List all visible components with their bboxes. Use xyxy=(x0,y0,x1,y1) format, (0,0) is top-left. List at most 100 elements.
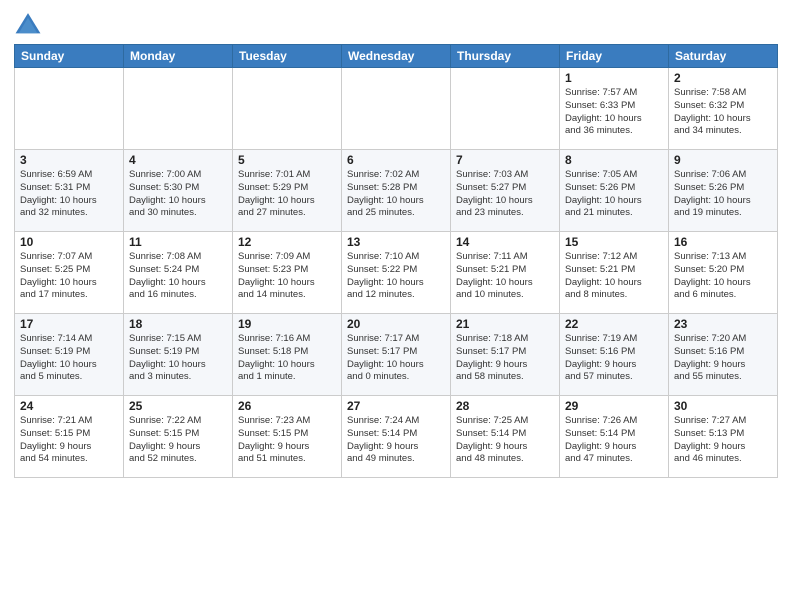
cell-info: Sunrise: 7:02 AM Sunset: 5:28 PM Dayligh… xyxy=(347,169,445,220)
day-number: 13 xyxy=(347,235,445,249)
day-number: 30 xyxy=(674,399,772,413)
calendar-header-row: SundayMondayTuesdayWednesdayThursdayFrid… xyxy=(15,45,778,68)
day-number: 12 xyxy=(238,235,336,249)
day-number: 25 xyxy=(129,399,227,413)
calendar-week-1: 1 Sunrise: 7:57 AM Sunset: 6:33 PM Daylig… xyxy=(15,68,778,150)
calendar-cell: 23 Sunrise: 7:20 AM Sunset: 5:16 PM Dayli… xyxy=(669,314,778,396)
cell-info: Sunrise: 7:58 AM Sunset: 6:32 PM Dayligh… xyxy=(674,87,772,138)
logo-icon xyxy=(14,10,42,38)
cell-info: Sunrise: 7:18 AM Sunset: 5:17 PM Dayligh… xyxy=(456,333,554,384)
cell-info: Sunrise: 7:00 AM Sunset: 5:30 PM Dayligh… xyxy=(129,169,227,220)
calendar: SundayMondayTuesdayWednesdayThursdayFrid… xyxy=(14,44,778,478)
calendar-header-tuesday: Tuesday xyxy=(233,45,342,68)
cell-info: Sunrise: 7:57 AM Sunset: 6:33 PM Dayligh… xyxy=(565,87,663,138)
calendar-cell xyxy=(233,68,342,150)
cell-info: Sunrise: 7:15 AM Sunset: 5:19 PM Dayligh… xyxy=(129,333,227,384)
day-number: 1 xyxy=(565,71,663,85)
calendar-cell: 11 Sunrise: 7:08 AM Sunset: 5:24 PM Dayli… xyxy=(124,232,233,314)
calendar-cell: 27 Sunrise: 7:24 AM Sunset: 5:14 PM Dayli… xyxy=(342,396,451,478)
day-number: 16 xyxy=(674,235,772,249)
day-number: 29 xyxy=(565,399,663,413)
header xyxy=(14,10,778,38)
cell-info: Sunrise: 7:11 AM Sunset: 5:21 PM Dayligh… xyxy=(456,251,554,302)
calendar-cell: 14 Sunrise: 7:11 AM Sunset: 5:21 PM Dayli… xyxy=(451,232,560,314)
cell-info: Sunrise: 7:03 AM Sunset: 5:27 PM Dayligh… xyxy=(456,169,554,220)
day-number: 8 xyxy=(565,153,663,167)
day-number: 19 xyxy=(238,317,336,331)
calendar-week-2: 3 Sunrise: 6:59 AM Sunset: 5:31 PM Daylig… xyxy=(15,150,778,232)
calendar-cell: 19 Sunrise: 7:16 AM Sunset: 5:18 PM Dayli… xyxy=(233,314,342,396)
day-number: 9 xyxy=(674,153,772,167)
cell-info: Sunrise: 7:14 AM Sunset: 5:19 PM Dayligh… xyxy=(20,333,118,384)
calendar-cell: 25 Sunrise: 7:22 AM Sunset: 5:15 PM Dayli… xyxy=(124,396,233,478)
day-number: 2 xyxy=(674,71,772,85)
calendar-cell: 15 Sunrise: 7:12 AM Sunset: 5:21 PM Dayli… xyxy=(560,232,669,314)
calendar-cell: 24Sunrise: 7:21 AM Sunset: 5:15 PM Dayli… xyxy=(15,396,124,478)
calendar-cell: 4 Sunrise: 7:00 AM Sunset: 5:30 PM Daylig… xyxy=(124,150,233,232)
cell-info: Sunrise: 7:16 AM Sunset: 5:18 PM Dayligh… xyxy=(238,333,336,384)
calendar-header-saturday: Saturday xyxy=(669,45,778,68)
cell-info: Sunrise: 7:01 AM Sunset: 5:29 PM Dayligh… xyxy=(238,169,336,220)
calendar-cell: 2 Sunrise: 7:58 AM Sunset: 6:32 PM Daylig… xyxy=(669,68,778,150)
calendar-header-wednesday: Wednesday xyxy=(342,45,451,68)
cell-info: Sunrise: 7:22 AM Sunset: 5:15 PM Dayligh… xyxy=(129,415,227,466)
page: SundayMondayTuesdayWednesdayThursdayFrid… xyxy=(0,0,792,484)
day-number: 10 xyxy=(20,235,118,249)
day-number: 17 xyxy=(20,317,118,331)
cell-info: Sunrise: 7:07 AM Sunset: 5:25 PM Dayligh… xyxy=(20,251,118,302)
calendar-header-monday: Monday xyxy=(124,45,233,68)
calendar-cell: 18 Sunrise: 7:15 AM Sunset: 5:19 PM Dayli… xyxy=(124,314,233,396)
cell-info: Sunrise: 7:24 AM Sunset: 5:14 PM Dayligh… xyxy=(347,415,445,466)
calendar-cell: 6 Sunrise: 7:02 AM Sunset: 5:28 PM Daylig… xyxy=(342,150,451,232)
calendar-cell: 29 Sunrise: 7:26 AM Sunset: 5:14 PM Dayli… xyxy=(560,396,669,478)
calendar-cell: 16 Sunrise: 7:13 AM Sunset: 5:20 PM Dayli… xyxy=(669,232,778,314)
cell-info: Sunrise: 7:25 AM Sunset: 5:14 PM Dayligh… xyxy=(456,415,554,466)
calendar-cell: 30 Sunrise: 7:27 AM Sunset: 5:13 PM Dayli… xyxy=(669,396,778,478)
cell-info: Sunrise: 7:19 AM Sunset: 5:16 PM Dayligh… xyxy=(565,333,663,384)
day-number: 7 xyxy=(456,153,554,167)
cell-info: Sunrise: 7:17 AM Sunset: 5:17 PM Dayligh… xyxy=(347,333,445,384)
calendar-cell: 17 Sunrise: 7:14 AM Sunset: 5:19 PM Dayli… xyxy=(15,314,124,396)
day-number: 11 xyxy=(129,235,227,249)
cell-info: Sunrise: 7:05 AM Sunset: 5:26 PM Dayligh… xyxy=(565,169,663,220)
cell-info: Sunrise: 6:59 AM Sunset: 5:31 PM Dayligh… xyxy=(20,169,118,220)
calendar-cell xyxy=(451,68,560,150)
calendar-cell: 26Sunrise: 7:23 AM Sunset: 5:15 PM Dayli… xyxy=(233,396,342,478)
cell-info: Sunrise: 7:09 AM Sunset: 5:23 PM Dayligh… xyxy=(238,251,336,302)
cell-info: Sunrise: 7:12 AM Sunset: 5:21 PM Dayligh… xyxy=(565,251,663,302)
cell-info: Sunrise: 7:26 AM Sunset: 5:14 PM Dayligh… xyxy=(565,415,663,466)
calendar-cell: 22Sunrise: 7:19 AM Sunset: 5:16 PM Dayli… xyxy=(560,314,669,396)
cell-info: Sunrise: 7:06 AM Sunset: 5:26 PM Dayligh… xyxy=(674,169,772,220)
calendar-cell: 8 Sunrise: 7:05 AM Sunset: 5:26 PM Daylig… xyxy=(560,150,669,232)
calendar-week-4: 17 Sunrise: 7:14 AM Sunset: 5:19 PM Dayli… xyxy=(15,314,778,396)
calendar-header-sunday: Sunday xyxy=(15,45,124,68)
day-number: 18 xyxy=(129,317,227,331)
day-number: 23 xyxy=(674,317,772,331)
calendar-cell xyxy=(124,68,233,150)
cell-info: Sunrise: 7:20 AM Sunset: 5:16 PM Dayligh… xyxy=(674,333,772,384)
day-number: 15 xyxy=(565,235,663,249)
day-number: 3 xyxy=(20,153,118,167)
day-number: 24 xyxy=(20,399,118,413)
day-number: 4 xyxy=(129,153,227,167)
cell-info: Sunrise: 7:27 AM Sunset: 5:13 PM Dayligh… xyxy=(674,415,772,466)
calendar-cell: 7 Sunrise: 7:03 AM Sunset: 5:27 PM Daylig… xyxy=(451,150,560,232)
calendar-week-3: 10 Sunrise: 7:07 AM Sunset: 5:25 PM Dayli… xyxy=(15,232,778,314)
day-number: 27 xyxy=(347,399,445,413)
day-number: 20 xyxy=(347,317,445,331)
day-number: 14 xyxy=(456,235,554,249)
calendar-cell: 9 Sunrise: 7:06 AM Sunset: 5:26 PM Daylig… xyxy=(669,150,778,232)
calendar-cell: 20 Sunrise: 7:17 AM Sunset: 5:17 PM Dayli… xyxy=(342,314,451,396)
day-number: 26 xyxy=(238,399,336,413)
calendar-week-5: 24Sunrise: 7:21 AM Sunset: 5:15 PM Dayli… xyxy=(15,396,778,478)
day-number: 21 xyxy=(456,317,554,331)
calendar-cell: 12 Sunrise: 7:09 AM Sunset: 5:23 PM Dayli… xyxy=(233,232,342,314)
calendar-cell xyxy=(342,68,451,150)
calendar-header-thursday: Thursday xyxy=(451,45,560,68)
calendar-header-friday: Friday xyxy=(560,45,669,68)
calendar-cell: 5Sunrise: 7:01 AM Sunset: 5:29 PM Daylig… xyxy=(233,150,342,232)
cell-info: Sunrise: 7:08 AM Sunset: 5:24 PM Dayligh… xyxy=(129,251,227,302)
cell-info: Sunrise: 7:13 AM Sunset: 5:20 PM Dayligh… xyxy=(674,251,772,302)
day-number: 6 xyxy=(347,153,445,167)
logo xyxy=(14,10,46,38)
